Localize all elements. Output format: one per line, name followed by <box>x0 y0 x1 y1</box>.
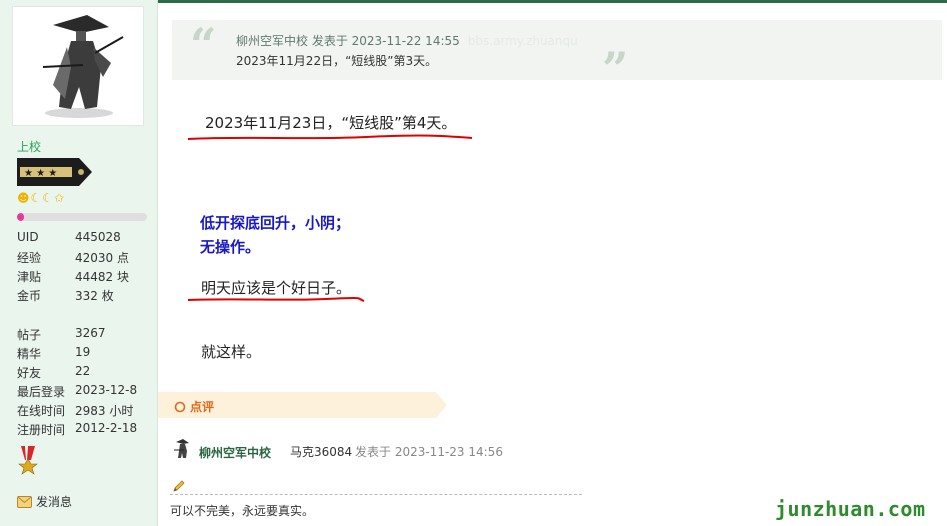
stat-value: 2023-12-8 <box>75 383 138 397</box>
moon-icon: ☾ <box>42 191 54 205</box>
stat-row[interactable]: 帖子 3267 <box>17 326 157 344</box>
stat-row: 在线时间 2983 小时 <box>17 402 157 420</box>
stat-key: 注册时间 <box>17 423 66 437</box>
moon-icon: ☾ <box>30 191 42 205</box>
comment-avatar-icon[interactable] <box>172 437 192 459</box>
quote-author[interactable]: 柳州空军中校 发表于 2023-11-22 14:55 <box>236 34 460 48</box>
quote-text: 2023年11月22日，“短线股”第3天。 <box>236 54 438 68</box>
stat-key: 在线时间 <box>17 404 66 418</box>
stat-key: UID <box>17 230 39 244</box>
medal-icon[interactable] <box>17 446 39 478</box>
level-stars: ☻ ☾ ☾ ✩ <box>17 191 64 205</box>
quote-watermark-text: bbs.army.zhuanqu <box>467 34 578 48</box>
level-progress-bar <box>17 213 147 221</box>
top-border <box>158 0 947 3</box>
post-blue-line-1: 低开探底回升，小阴； <box>200 214 351 232</box>
rank-badge-icon: ★ ★ ★ <box>17 158 92 186</box>
site-watermark: junzhuan.com <box>775 497 926 521</box>
dianping-section: 点评 <box>158 392 448 418</box>
stat-key: 好友 <box>17 366 42 380</box>
stat-row: 经验 42030 点 <box>17 249 157 267</box>
level-progress-fill <box>17 213 24 221</box>
dianping-label-wrap: 点评 <box>174 398 214 415</box>
post-line-end: 就这样。 <box>201 343 262 361</box>
quote-open-icon: “ <box>190 18 217 72</box>
red-underline-2 <box>187 296 365 302</box>
comment-text: 马克36084 <box>290 445 353 459</box>
stat-row: UID 445028 <box>17 230 157 248</box>
stat-row: 津贴 44482 块 <box>17 268 157 286</box>
stat-key: 经验 <box>17 251 42 265</box>
stat-value: 332 枚 <box>75 289 114 303</box>
svg-text:★ ★ ★: ★ ★ ★ <box>24 168 57 179</box>
stat-value: 445028 <box>75 230 121 244</box>
quote-block: “ ” 柳州空军中校 发表于 2023-11-22 14:55 bbs.army.… <box>172 18 942 92</box>
stat-row[interactable]: 精华 19 <box>17 345 157 363</box>
send-message-label: 发消息 <box>36 495 73 509</box>
send-message-link[interactable]: 发消息 <box>17 493 72 510</box>
red-underline-1 <box>187 134 473 140</box>
pencil-icon <box>173 480 185 492</box>
dianping-label: 点评 <box>190 400 215 414</box>
signature-text: 可以不完美，永远要真实。 <box>170 504 315 518</box>
stat-value: 3267 <box>75 326 106 340</box>
stat-value: 42030 点 <box>75 251 129 265</box>
stat-value: 19 <box>75 345 91 359</box>
stat-row[interactable]: 好友 22 <box>17 364 157 382</box>
user-rank: 上校 <box>17 140 42 154</box>
stat-value: 2983 小时 <box>75 404 134 418</box>
stat-value: 22 <box>75 364 91 378</box>
star-icon: ✩ <box>54 191 65 205</box>
stat-key: 最后登录 <box>17 385 66 399</box>
sun-icon: ☻ <box>17 191 30 205</box>
stat-value: 2012-2-18 <box>75 421 138 435</box>
circle-icon <box>174 401 186 412</box>
user-sidebar: 上校 ★ ★ ★ ☻ ☾ ☾ ✩ UID 445028 经验 42030 点 津贴 4… <box>0 0 158 526</box>
stat-row: 注册时间 2012-2-18 <box>17 421 157 439</box>
stat-key: 精华 <box>17 347 42 361</box>
stat-key: 津贴 <box>17 270 42 284</box>
stat-value: 44482 块 <box>75 270 129 284</box>
quote-close-icon: ” <box>602 42 629 96</box>
comment-row: 柳州空军中校 马克36084 发表于 2023-11-23 14:56 <box>172 437 592 461</box>
signature-divider <box>170 494 582 495</box>
quote-author-line: 柳州空军中校 发表于 2023-11-22 14:55 bbs.army.zhua… <box>236 32 578 49</box>
samurai-avatar-image <box>42 15 124 118</box>
stat-row: 最后登录 2023-12-8 <box>17 383 157 401</box>
stat-key: 帖子 <box>17 328 42 342</box>
stat-row: 金币 332 枚 <box>17 287 157 305</box>
comment-author[interactable]: 柳州空军中校 <box>199 444 271 461</box>
avatar[interactable] <box>12 6 144 126</box>
post-blue-line-2: 无操作。 <box>200 238 261 256</box>
stat-key: 金币 <box>17 289 42 303</box>
message-icon <box>17 495 32 508</box>
comment-meta: 发表于 2023-11-23 14:56 <box>355 445 503 459</box>
